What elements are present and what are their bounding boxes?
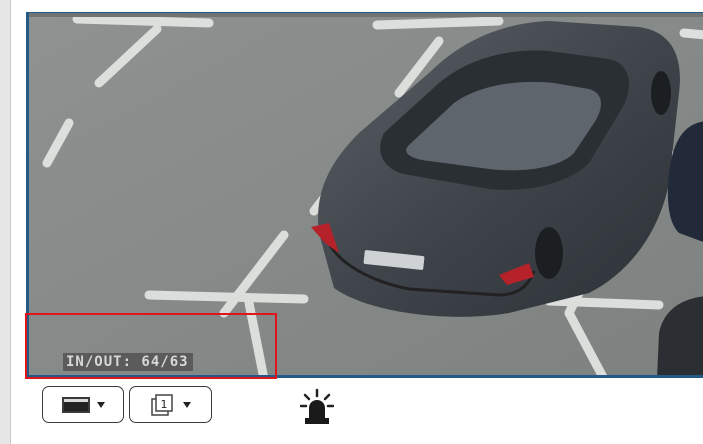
chevron-down-icon <box>97 401 105 408</box>
layout-dropdown-button[interactable]: 1 <box>129 386 212 423</box>
layout-1-icon: 1 <box>150 393 177 417</box>
camera-view-dropdown-button[interactable] <box>42 386 124 423</box>
camera-view-icon <box>61 395 91 415</box>
layout-number: 1 <box>160 398 167 411</box>
chevron-down-icon <box>182 401 191 408</box>
counter-highlight-box <box>25 313 277 379</box>
viewer-toolbar: 1 <box>26 380 703 444</box>
alarm-beacon-icon[interactable] <box>300 388 334 428</box>
